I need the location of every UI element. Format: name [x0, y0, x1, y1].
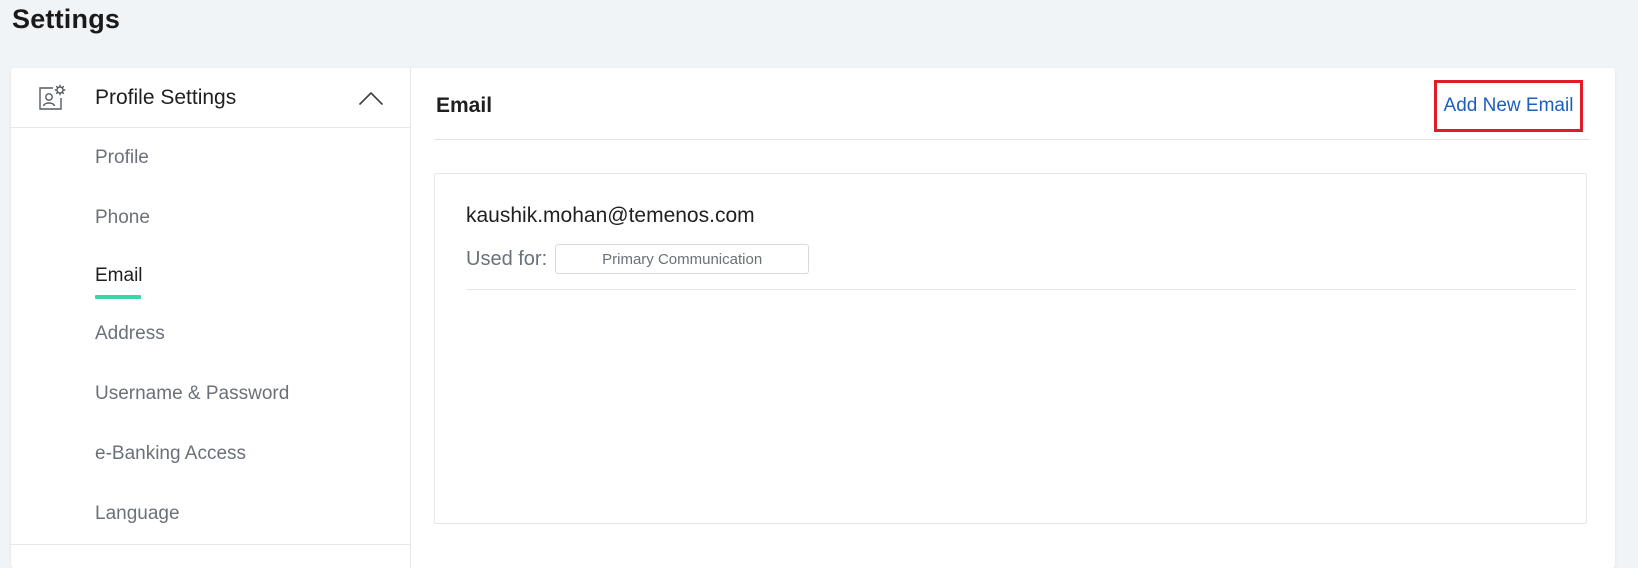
add-new-email-button[interactable]: Add New Email	[1434, 79, 1583, 132]
sidebar-item-phone[interactable]: Phone	[11, 188, 410, 248]
email-panel-header: Email Add New Email	[434, 68, 1589, 140]
sidebar-item-label: Email	[95, 265, 143, 286]
chevron-up-icon[interactable]	[358, 88, 384, 108]
profile-settings-label: Profile Settings	[95, 85, 237, 109]
sidebar-item-label: Address	[95, 323, 165, 344]
settings-card: Profile Settings Profile Phone Email Add…	[11, 68, 1615, 568]
email-address: kaushik.mohan@temenos.com	[466, 204, 755, 227]
panel-title: Email	[436, 93, 493, 117]
sidebar-item-e-banking-access[interactable]: e-Banking Access	[11, 424, 410, 484]
email-panel: Email Add New Email kaushik.mohan@temeno…	[434, 68, 1589, 568]
email-list: kaushik.mohan@temenos.com Used for: Prim…	[434, 173, 1587, 524]
profile-settings-header[interactable]: Profile Settings	[11, 68, 410, 128]
sidebar-item-label: Language	[95, 503, 180, 524]
sidebar-item-label: Profile	[95, 147, 149, 168]
page-title: Settings	[12, 4, 121, 34]
email-row-divider	[466, 289, 1576, 290]
sidebar-item-label: Username & Password	[95, 383, 290, 404]
sidebar-item-email[interactable]: Email	[11, 248, 410, 304]
sidebar-item-label: Phone	[95, 207, 150, 228]
usage-badge: Primary Communication	[555, 244, 810, 274]
profile-settings-nav: Profile Phone Email Address Username & P…	[11, 128, 410, 544]
profile-settings-icon	[37, 83, 67, 113]
sidebar-item-username-password[interactable]: Username & Password	[11, 364, 410, 424]
settings-sidebar: Profile Settings Profile Phone Email Add…	[11, 68, 411, 568]
sidebar-divider	[11, 544, 410, 545]
sidebar-item-label: e-Banking Access	[95, 443, 247, 464]
sidebar-item-profile[interactable]: Profile	[11, 128, 410, 188]
sidebar-item-address[interactable]: Address	[11, 304, 410, 364]
email-usage: Used for: Primary Communication	[466, 244, 810, 274]
active-indicator	[95, 295, 141, 299]
sidebar-item-language[interactable]: Language	[11, 484, 410, 544]
used-for-label: Used for:	[466, 247, 548, 270]
